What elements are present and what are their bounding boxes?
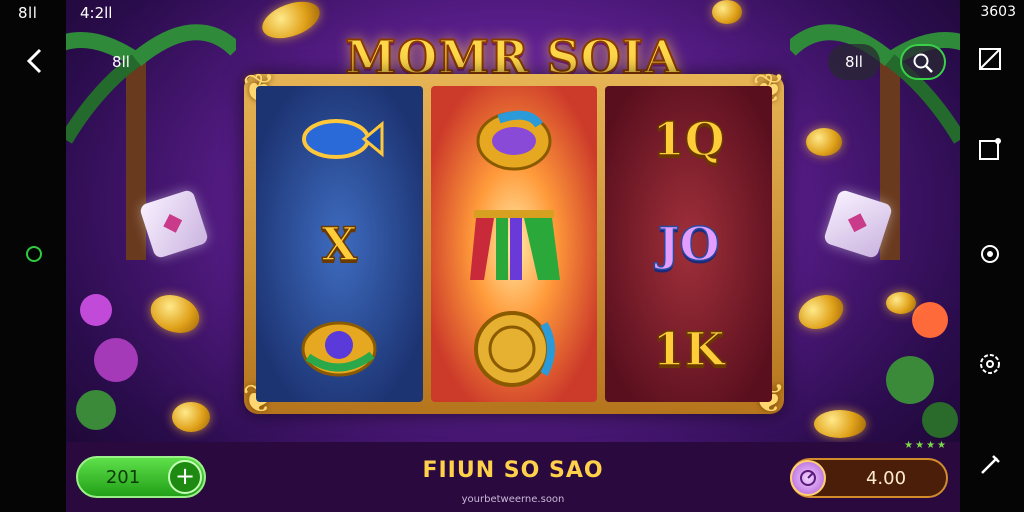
left-system-bar: 8ll [0,0,66,512]
settings-icon[interactable] [976,240,1004,268]
reel-2[interactable] [430,86,598,402]
meter-icon[interactable] [790,460,826,496]
coin-decoration [793,289,849,335]
flower-decoration-right [886,302,958,438]
curtain-icon [464,201,564,287]
coin-decoration [886,292,916,314]
coin-decoration [814,410,866,438]
bet-display[interactable]: 4.00 [790,458,948,498]
screenshot-icon[interactable] [976,46,1004,74]
reel-3[interactable]: 1Q JO 1K [605,86,773,402]
signal-label: 8ll [18,4,38,22]
ring-icon [464,96,564,182]
coin-stack-icon [464,306,564,392]
reel-symbol-text: JO [657,216,720,272]
gear-icon[interactable] [976,350,1004,378]
reel-symbol-text: X [321,216,358,272]
right-system-rail: 3603 [960,0,1024,512]
reel-frame: ❦ ❦ ❦ ❦ X [242,66,786,422]
home-indicator-dot[interactable] [26,246,42,262]
reel-1[interactable]: X [256,86,423,402]
back-button[interactable] [20,46,50,76]
fish-icon [289,96,389,182]
reels-container: X 1Q JO 1K [256,86,773,402]
reel-symbol-text: 1K [652,322,726,378]
bet-value: 4.00 [865,467,907,489]
window-icon[interactable] [976,136,1004,164]
pen-icon[interactable] [976,452,1004,480]
coin-decoration [806,128,842,156]
status-time-right: 3603 [980,4,1016,20]
game-scene: 4:2ll 8ll 8ll MOMR SOIA ❦ ❦ ❦ ❦ [66,0,960,512]
coin-decoration [712,0,742,24]
reel-symbol-text: 1Q [652,111,726,167]
rating-stars: ★★★★ [904,440,948,451]
chevron-left-icon [26,48,42,74]
bottom-control-bar: 201 + FIIUN SO SAO yourbetweerne.soon ★★… [66,440,960,512]
gem-swirl-icon [289,306,389,392]
coin-decoration [172,402,210,432]
